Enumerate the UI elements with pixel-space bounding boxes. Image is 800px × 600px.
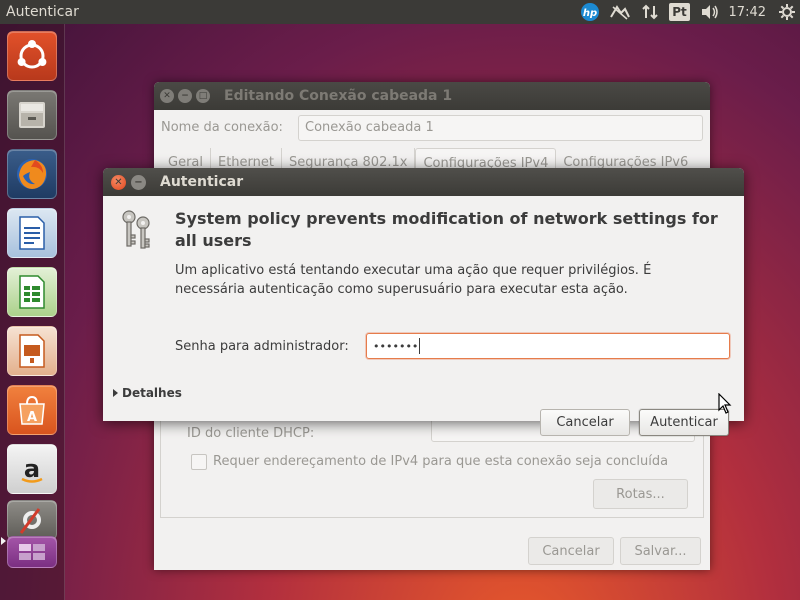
mouse-pointer-icon	[718, 392, 732, 419]
libreoffice-impress-icon[interactable]	[7, 326, 57, 376]
connection-name-label: Nome da conexão:	[161, 120, 283, 135]
running-indicator	[1, 537, 6, 545]
indicator-area: hp Pt 17:42	[575, 0, 800, 24]
connection-editor-titlebar: ✕ − □ Editando Conexão cabeada 1	[154, 82, 710, 110]
libreoffice-calc-icon[interactable]	[7, 267, 57, 317]
active-window-title: Autenticar	[6, 4, 79, 20]
keyboard-layout-badge: Pt	[669, 3, 690, 21]
workspace-switcher-icon[interactable]	[7, 536, 57, 568]
password-masked-value: •••••••	[373, 339, 419, 353]
cancel-button[interactable]: Cancelar	[540, 409, 630, 436]
text-caret	[419, 338, 421, 354]
svg-text:a: a	[24, 455, 40, 483]
svg-text:A: A	[27, 410, 37, 425]
auth-heading: System policy prevents modification of n…	[175, 209, 718, 250]
password-label: Senha para administrador:	[175, 339, 349, 354]
password-input[interactable]: •••••••	[366, 333, 730, 359]
auth-description: Um aplicativo está tentando executar uma…	[175, 263, 652, 297]
firefox-icon[interactable]	[7, 149, 57, 199]
authentication-dialog: ✕ − Autenticar System policy prevents mo…	[103, 168, 744, 436]
auth-dialog-title: Autenticar	[160, 174, 244, 190]
save-button-label: Salvar...	[634, 543, 687, 559]
network-icon[interactable]	[605, 0, 635, 24]
back-cancel-label: Cancelar	[542, 543, 600, 559]
ubuntu-dash-icon[interactable]	[7, 31, 57, 81]
transfer-icon[interactable]	[635, 0, 665, 24]
auth-dialog-titlebar: ✕ − Autenticar	[103, 168, 744, 196]
save-button[interactable]: Salvar...	[620, 537, 701, 565]
software-center-icon[interactable]: A	[7, 385, 57, 435]
amazon-icon[interactable]: a	[7, 444, 57, 494]
authenticate-button-label: Autenticar	[650, 415, 718, 430]
expander-arrow-icon	[113, 389, 118, 397]
require-ipv4-label: Requer endereçamento de IPv4 para que es…	[213, 454, 669, 469]
hp-icon[interactable]: hp	[575, 0, 605, 24]
keys-icon	[117, 207, 161, 255]
system-settings-icon[interactable]	[7, 500, 57, 540]
launcher: A a	[0, 24, 65, 600]
minimize-icon[interactable]: −	[178, 89, 192, 103]
connection-editor-title: Editando Conexão cabeada 1	[224, 88, 453, 104]
auth-dialog-body: System policy prevents modification of n…	[103, 196, 744, 436]
volume-icon[interactable]	[695, 0, 725, 24]
top-panel: Autenticar hp Pt 17:42	[0, 0, 800, 24]
require-ipv4-checkbox[interactable]	[191, 454, 207, 470]
dhcp-client-id-label: ID do cliente DHCP:	[187, 426, 315, 441]
keyboard-icon[interactable]: Pt	[665, 0, 695, 24]
svg-text:hp: hp	[582, 8, 596, 19]
routes-button-label: Rotas...	[616, 486, 665, 502]
back-cancel-button[interactable]: Cancelar	[528, 537, 614, 565]
maximize-icon[interactable]: □	[196, 89, 210, 103]
details-label: Detalhes	[122, 386, 182, 400]
clock[interactable]: 17:42	[725, 0, 774, 24]
cancel-button-label: Cancelar	[556, 415, 614, 430]
connection-name-input[interactable]: Conexão cabeada 1	[298, 115, 703, 141]
close-icon[interactable]: ✕	[111, 174, 126, 190]
minimize-icon[interactable]: −	[131, 174, 146, 190]
authenticate-button[interactable]: Autenticar	[639, 409, 729, 436]
routes-button[interactable]: Rotas...	[593, 479, 688, 509]
details-expander[interactable]: Detalhes	[113, 386, 182, 400]
gear-icon[interactable]	[774, 0, 800, 24]
libreoffice-writer-icon[interactable]	[7, 208, 57, 258]
close-icon[interactable]: ✕	[160, 89, 174, 103]
files-icon[interactable]	[7, 90, 57, 140]
